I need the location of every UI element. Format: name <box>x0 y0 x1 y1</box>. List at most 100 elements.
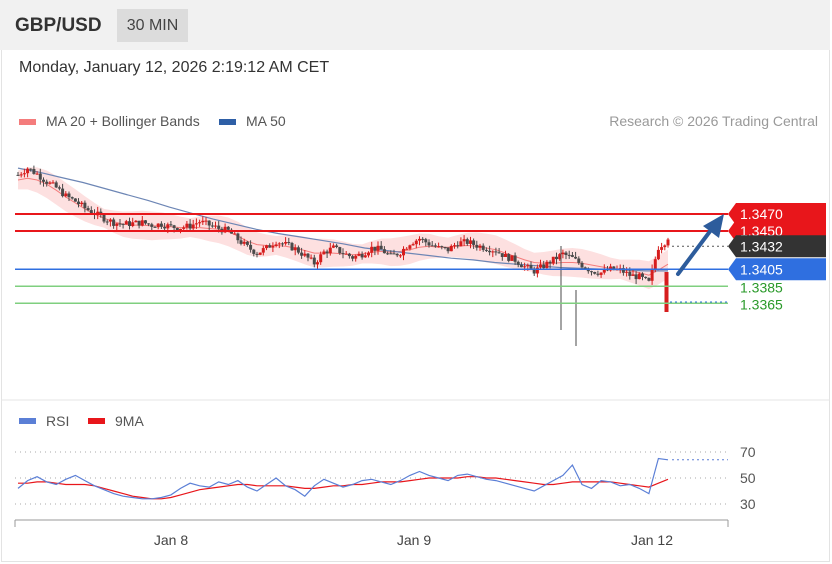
candle-body <box>392 253 396 255</box>
candle-body <box>663 245 667 248</box>
candle-body <box>325 251 329 254</box>
candle-body <box>89 210 93 214</box>
candle-body <box>564 252 568 255</box>
candle-body <box>233 233 237 235</box>
candle-body <box>418 238 421 241</box>
candle-body <box>105 221 109 223</box>
candle-body <box>38 173 42 180</box>
candle-body <box>580 262 584 268</box>
candle-body <box>634 274 638 280</box>
candle-body <box>644 276 648 278</box>
candle-body <box>204 220 208 222</box>
candle-body <box>510 255 514 261</box>
candle-body <box>363 255 367 258</box>
candle-body <box>108 219 112 222</box>
rsi-panel: 70 50 30 <box>15 444 756 512</box>
candle-body <box>191 224 195 229</box>
candles <box>16 165 670 346</box>
candle-body <box>593 272 597 274</box>
legend-swatch-rsi-ma <box>88 418 105 424</box>
candle-body <box>548 261 552 264</box>
candle-body <box>446 247 450 252</box>
bollinger-band <box>18 167 668 290</box>
candle-body <box>35 173 39 175</box>
candle-body <box>570 255 574 257</box>
candle-body <box>650 268 654 281</box>
candle-body <box>561 252 565 255</box>
candle-body <box>201 220 205 223</box>
candle-body <box>249 244 253 250</box>
candle-body <box>147 223 151 225</box>
candle-body <box>335 245 339 247</box>
candle-body <box>150 224 154 227</box>
candle-body <box>255 253 259 255</box>
candle-body <box>214 225 217 227</box>
candle-body <box>73 198 77 202</box>
candle-body <box>408 245 412 249</box>
candle-body <box>166 224 170 229</box>
candle-body <box>574 256 578 259</box>
rsi-ma-line <box>18 476 669 500</box>
candle-body <box>271 246 275 248</box>
candle-body <box>169 224 173 226</box>
candle-body <box>386 253 390 255</box>
legend-swatch-rsi <box>19 418 36 424</box>
level-label: 1.3432 <box>740 238 783 254</box>
candle-body <box>175 228 179 231</box>
candle-body <box>484 249 488 251</box>
legend-swatch-ma20 <box>19 119 36 125</box>
price-chart: MA 20 + Bollinger Bands MA 50 Research ©… <box>1 113 830 548</box>
candle-body <box>405 248 409 250</box>
rsi-line <box>17 457 669 500</box>
candle-body <box>516 261 520 265</box>
candle-body <box>507 254 511 261</box>
candle-body <box>16 174 20 176</box>
candle-body <box>411 244 415 246</box>
candle-body <box>347 253 351 257</box>
forecast-arrow <box>676 214 724 276</box>
candle-body <box>456 245 460 247</box>
candle-body <box>577 258 581 263</box>
x-axis: Jan 8 Jan 9 Jan 12 <box>14 519 729 548</box>
candle-body <box>402 248 405 256</box>
candle-body <box>182 227 186 229</box>
candle-body <box>287 242 291 243</box>
candle-body <box>112 219 116 226</box>
candle-body <box>26 168 30 174</box>
candle-body <box>290 243 294 251</box>
candle-body <box>309 257 313 259</box>
candle-body <box>660 247 664 250</box>
candle-body <box>596 273 600 275</box>
candle-body <box>70 197 74 199</box>
candle-body <box>226 226 230 230</box>
candle-body <box>647 278 651 281</box>
candle-body <box>421 238 425 240</box>
candle-body <box>398 255 402 257</box>
candle-body <box>131 222 135 226</box>
candle-body <box>341 253 345 255</box>
candle-body <box>529 265 533 269</box>
candle-body <box>29 168 33 170</box>
candle-body <box>555 256 558 260</box>
legend-swatch-ma50 <box>219 119 236 125</box>
candle-body <box>379 245 383 250</box>
legend-label-ma50: MA 50 <box>246 113 286 129</box>
candle-body <box>252 249 256 254</box>
candle-body <box>641 273 644 277</box>
candle-body <box>115 223 119 226</box>
legend-label-rsi: RSI <box>46 413 69 429</box>
candle-body <box>140 220 144 226</box>
candle-body <box>51 182 55 184</box>
candle-body <box>172 225 176 228</box>
candle-body <box>656 249 660 260</box>
legend-label-rsi-ma: 9MA <box>115 413 144 429</box>
candle-body <box>77 201 80 205</box>
candle-body <box>443 247 447 248</box>
candle-body <box>261 248 265 253</box>
candle-body <box>242 241 246 244</box>
candle-body <box>488 250 492 253</box>
candle-body <box>144 220 147 224</box>
candle-body <box>281 243 284 245</box>
candle-body <box>437 246 441 248</box>
candle-body <box>22 173 26 175</box>
